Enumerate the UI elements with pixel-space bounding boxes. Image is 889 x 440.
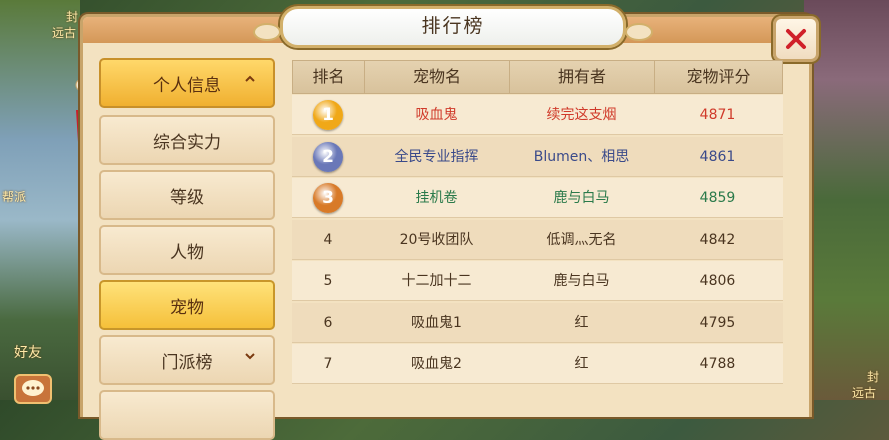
- sidebar-item-character[interactable]: 人物: [99, 225, 275, 275]
- title-wing-left-icon: [253, 23, 281, 41]
- bg-label: 远古: [52, 26, 77, 40]
- owner-cell: 鹿与白马: [553, 190, 610, 206]
- close-button[interactable]: [773, 16, 819, 62]
- rank-medal-icon: 2: [313, 141, 343, 172]
- rank-number: 7: [323, 356, 333, 372]
- owner-cell: Blumen、相思: [533, 148, 630, 165]
- sidebar-item-label: 等级: [170, 187, 204, 208]
- title-wing-right-icon: [625, 23, 653, 41]
- table-row[interactable]: 2 全民专业指挥 Blumen、相思 4861: [292, 136, 783, 177]
- pet-score-cell: 4861: [699, 148, 736, 165]
- pet-name-cell: 全民专业指挥: [394, 148, 479, 165]
- chevron-up-icon: [245, 75, 255, 82]
- owner-cell: 续完这支烟: [546, 107, 617, 123]
- rank-cell: 3: [292, 178, 364, 218]
- sidebar-item-label: 综合实力: [153, 132, 221, 153]
- sidebar-item-level[interactable]: 等级: [99, 170, 275, 220]
- sidebar-section-sect-ranking[interactable]: 门派榜: [99, 335, 275, 385]
- title-banner: 排行榜: [253, 6, 653, 48]
- sidebar-header-personal-info[interactable]: 个人信息: [99, 58, 275, 108]
- sidebar-item-next[interactable]: [99, 390, 275, 440]
- column-header-owner: 拥有者: [510, 61, 655, 93]
- pet-name-cell: 十二加十二: [401, 273, 472, 289]
- pet-score-cell: 4842: [699, 231, 736, 248]
- sidebar-section-label: 门派榜: [161, 352, 213, 373]
- column-header-pet-name: 宠物名: [365, 61, 510, 93]
- table-row[interactable]: 1 吸血鬼 续完这支烟 4871: [292, 95, 783, 135]
- sidebar-item-pet[interactable]: 宠物: [99, 280, 275, 330]
- rank-cell: 7: [292, 344, 364, 384]
- rank-cell: 4: [292, 220, 364, 260]
- owner-cell: 红: [574, 314, 589, 331]
- table-row[interactable]: 4 20号收团队 低调灬无名 4842: [292, 219, 783, 260]
- bg-label: 远古: [852, 386, 877, 400]
- sidebar-header-label: 个人信息: [153, 75, 221, 96]
- owner-cell: 低调灬无名: [546, 231, 617, 248]
- rank-cell: 5: [292, 261, 364, 301]
- pet-score-cell: 4871: [699, 107, 736, 123]
- pet-score-cell: 4795: [699, 314, 736, 331]
- rank-cell: 6: [292, 303, 364, 343]
- column-header-pet-score: 宠物评分: [686, 67, 751, 86]
- sidebar-item-overall-strength[interactable]: 综合实力: [99, 115, 275, 165]
- owner-cell: 鹿与白马: [553, 273, 610, 289]
- sidebar-item-label: 宠物: [170, 297, 204, 318]
- close-icon: [786, 29, 806, 49]
- pet-name-cell: 20号收团队: [399, 231, 474, 248]
- rank-medal-icon: 3: [313, 183, 343, 213]
- pet-score-cell: 4859: [699, 190, 736, 206]
- table-row[interactable]: 5 十二加十二 鹿与白马 4806: [292, 261, 783, 301]
- chevron-down-icon: [245, 353, 255, 360]
- pet-name-cell: 吸血鬼: [415, 107, 458, 123]
- sidebar-item-label: 人物: [170, 242, 204, 263]
- rank-number: 4: [323, 231, 333, 248]
- rank-cell: 2: [292, 137, 364, 177]
- background-right-scene: [804, 0, 889, 400]
- owner-cell: 红: [574, 356, 589, 372]
- pet-name-cell: 挂机卷: [415, 190, 458, 206]
- bg-label: 封: [66, 10, 79, 24]
- pet-score-cell: 4788: [699, 356, 736, 372]
- friends-label[interactable]: 好友: [14, 342, 42, 362]
- column-header-rank: 排名: [293, 61, 365, 93]
- table-row[interactable]: 7 吸血鬼2 红 4788: [292, 344, 783, 384]
- pet-name-cell: 吸血鬼2: [411, 356, 462, 372]
- rank-number: 6: [323, 314, 333, 331]
- table-row[interactable]: 3 挂机卷 鹿与白马 4859: [292, 178, 783, 218]
- page-title: 排行榜: [421, 15, 485, 37]
- table-header: 排名 宠物名 拥有者 宠物评分: [292, 60, 783, 94]
- chat-icon: [22, 380, 44, 396]
- bg-label: 帮派: [2, 190, 27, 204]
- rank-number: 5: [323, 273, 333, 289]
- rank-cell: 1: [292, 95, 364, 135]
- table-row[interactable]: 6 吸血鬼1 红 4795: [292, 302, 783, 343]
- pet-score-cell: 4806: [699, 273, 736, 289]
- bg-label: 封: [867, 370, 880, 384]
- rank-medal-icon: 1: [313, 100, 343, 130]
- pet-name-cell: 吸血鬼1: [411, 314, 462, 331]
